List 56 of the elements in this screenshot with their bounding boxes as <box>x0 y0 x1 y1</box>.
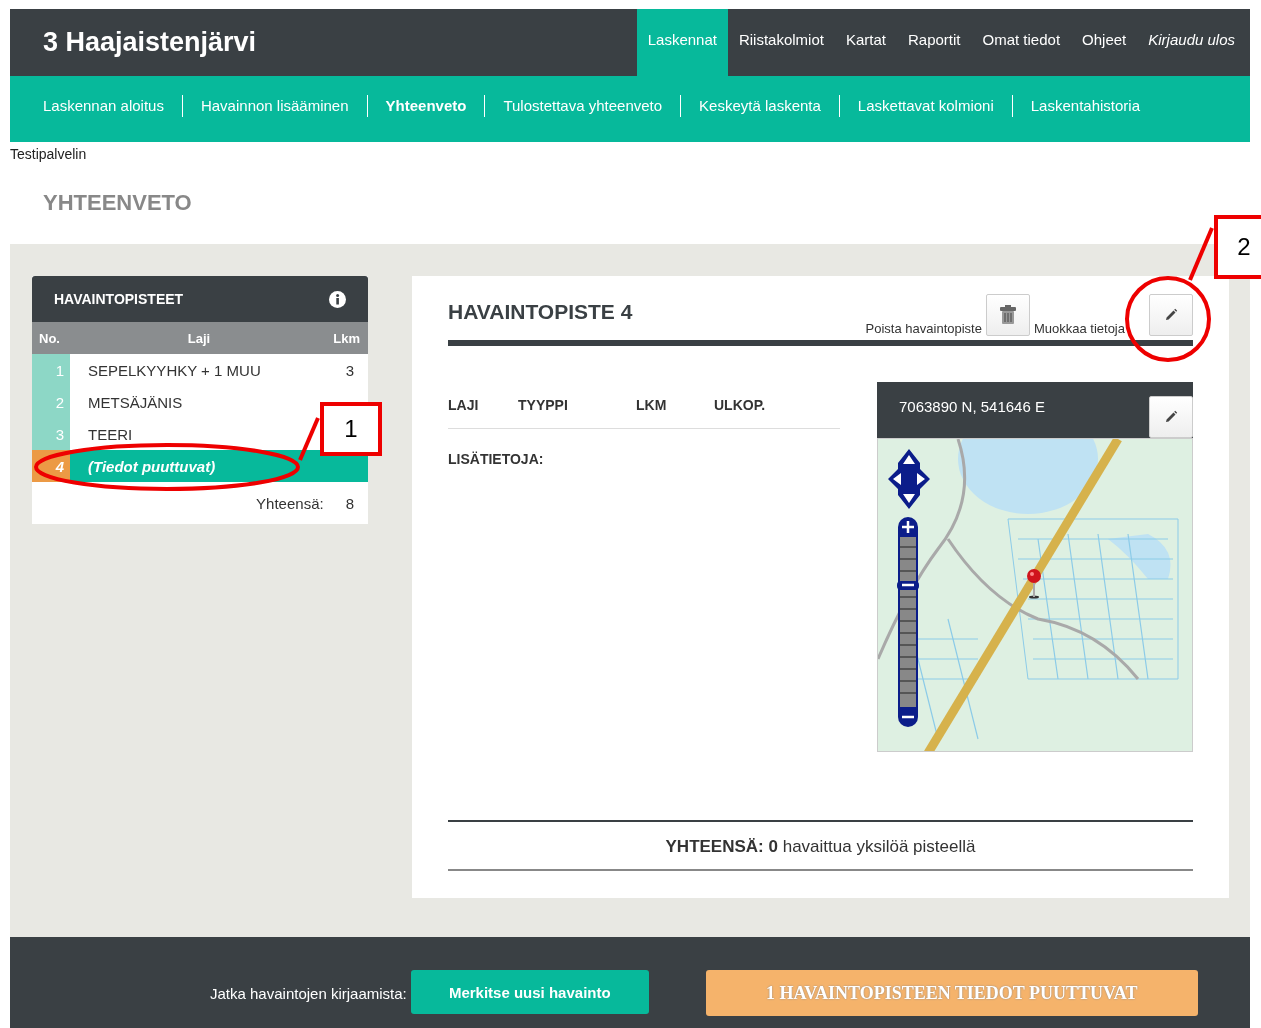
row-number: 3 <box>32 418 70 450</box>
site-title: 3 Haajaistenjärvi <box>43 27 257 58</box>
subnav-link[interactable]: Keskeytä laskenta <box>680 95 839 117</box>
row-count: 3 <box>344 360 355 381</box>
zoom-slider-icon[interactable] <box>897 517 919 727</box>
trash-icon <box>997 304 1018 326</box>
column-header: LKM <box>636 397 668 413</box>
continue-label: Jatka havaintojen kirjaamista: <box>210 985 407 1002</box>
subnav-link[interactable]: Laskettavat kolmioni <box>838 95 1012 117</box>
point-title: HAVAINTOPISTE 4 <box>448 300 633 324</box>
column-header: Laji <box>186 330 212 346</box>
delete-label: Poista havaintopiste <box>865 321 982 336</box>
subnav-link[interactable]: Laskennan aloitus <box>32 95 182 117</box>
nav-tab[interactable]: Omat tiedot <box>971 9 1072 76</box>
delete-button[interactable] <box>985 294 1030 336</box>
species-name[interactable]: TEERI <box>70 418 310 450</box>
map-pin-icon <box>1026 569 1042 599</box>
total-value: 8 <box>345 495 354 512</box>
pan-control-icon[interactable] <box>888 449 930 509</box>
column-header: ULKOP. <box>714 397 766 413</box>
info-icon[interactable] <box>329 290 346 308</box>
extra-info-label: LISÄTIETOJA: <box>448 451 545 467</box>
edit-label: Muokkaa tietoja <box>1033 321 1125 336</box>
nav-tab[interactable]: Laskennat <box>636 9 728 76</box>
total-label: Yhteensä: <box>256 495 324 512</box>
subnav-link[interactable]: Yhteenveto <box>366 95 485 117</box>
species-name[interactable]: METSÄJÄNIS <box>70 386 310 418</box>
callout-label: 2 <box>1214 215 1261 279</box>
species-name[interactable]: SEPELKYYHKY + 1 MUU <box>70 354 310 386</box>
callout-label: 1 <box>320 402 382 456</box>
leader-line <box>1188 227 1214 281</box>
leader-line <box>298 417 320 461</box>
nav-tab[interactable]: Ohjeet <box>1071 9 1138 76</box>
new-observation-button[interactable]: Merkitse uusi havainto <box>410 970 649 1014</box>
panel-title: HAVAINTOPISTEET <box>54 291 184 307</box>
nav-tab[interactable]: Riistakolmiot <box>727 9 835 76</box>
page-title: YHTEENVETO <box>43 190 193 216</box>
column-header: TYYPPI <box>518 397 569 413</box>
column-header: LAJI <box>448 397 480 413</box>
coordinates: 7063890 N, 541646 E <box>899 397 1045 417</box>
row-number: 2 <box>32 386 70 418</box>
nav-tab[interactable]: Raportit <box>897 9 972 76</box>
missing-info-button[interactable]: 1 HAVAINTOPISTEEN TIEDOT PUUTTUVAT <box>705 970 1198 1016</box>
logout-link[interactable]: Kirjaudu ulos <box>1137 9 1246 76</box>
column-header: Lkm <box>332 330 361 346</box>
pencil-icon <box>1163 307 1179 323</box>
subnav-link[interactable]: Havainnon lisääminen <box>181 95 367 117</box>
row-number: 1 <box>32 354 70 386</box>
column-header: No. <box>38 330 61 346</box>
map-edit-button[interactable] <box>1149 396 1193 438</box>
point-total: YHTEENSÄ: 0 havaittua yksilöä pisteellä <box>448 820 1193 871</box>
environment-label: Testipalvelin <box>10 145 88 162</box>
pencil-icon <box>1163 409 1179 425</box>
subnav-link[interactable]: Tulostettava yhteenveto <box>484 95 681 117</box>
nav-tab[interactable]: Kartat <box>834 9 897 76</box>
subnav-link[interactable]: Laskentahistoria <box>1011 95 1158 117</box>
